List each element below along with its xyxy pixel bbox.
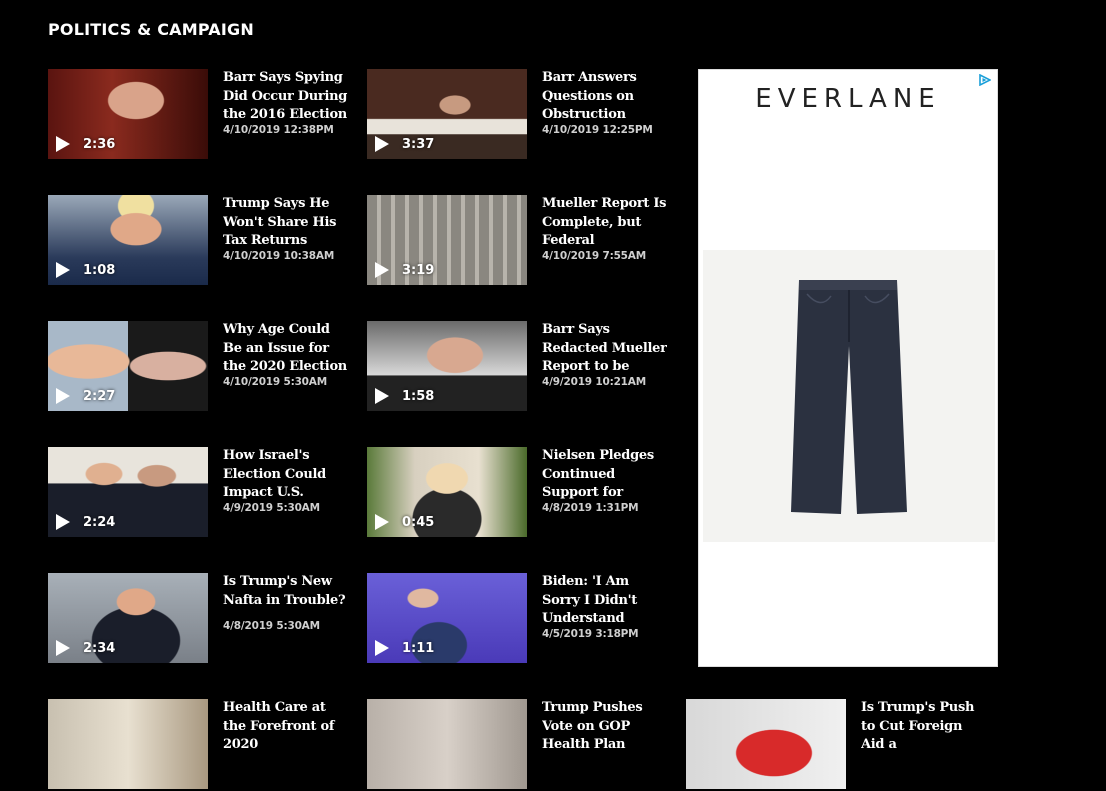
- video-timestamp: 4/10/2019 10:38AM: [223, 250, 335, 262]
- jeans-icon: [791, 280, 907, 514]
- video-duration: 1:58: [402, 389, 435, 404]
- video-duration: 1:11: [402, 641, 435, 656]
- video-timestamp: 4/10/2019 7:55AM: [542, 250, 646, 262]
- video-card[interactable]: 1:11 Biden: 'I Am Sorry I Didn't Underst…: [367, 573, 667, 665]
- play-icon: [56, 640, 70, 656]
- video-headline[interactable]: Is Trump's New Nafta in Trouble?: [223, 573, 348, 610]
- video-card[interactable]: 2:34 Is Trump's New Nafta in Trouble? 4/…: [48, 573, 348, 665]
- video-headline[interactable]: Why Age Could Be an Issue for the 2020 E…: [223, 321, 348, 377]
- video-headline[interactable]: Barr Answers Questions on Obstruction: [542, 69, 667, 125]
- video-card[interactable]: 2:24 How Israel's Election Could Impact …: [48, 447, 348, 539]
- play-icon: [56, 388, 70, 404]
- video-headline[interactable]: Biden: 'I Am Sorry I Didn't Understand M…: [542, 573, 667, 629]
- video-headline[interactable]: Barr Says Spying Did Occur During the 20…: [223, 69, 348, 125]
- video-timestamp: 4/9/2019 10:21AM: [542, 376, 646, 388]
- video-duration: 3:19: [402, 263, 435, 278]
- video-card[interactable]: Is Trump's Push to Cut Foreign Aid a: [686, 699, 986, 791]
- video-duration: 2:27: [83, 389, 116, 404]
- play-icon: [375, 640, 389, 656]
- video-headline[interactable]: Barr Says Redacted Mueller Report to be …: [542, 321, 667, 377]
- video-headline[interactable]: How Israel's Election Could Impact U.S.: [223, 447, 348, 503]
- video-thumbnail[interactable]: [367, 699, 527, 789]
- video-thumbnail[interactable]: 1:11: [367, 573, 527, 663]
- video-thumbnail[interactable]: 1:58: [367, 321, 527, 411]
- video-card[interactable]: 1:58 Barr Says Redacted Mueller Report t…: [367, 321, 667, 413]
- video-headline[interactable]: Nielsen Pledges Continued Support for Tr…: [542, 447, 667, 503]
- video-headline[interactable]: Trump Pushes Vote on GOP Health Plan: [542, 699, 667, 755]
- video-duration: 0:45: [402, 515, 435, 530]
- play-icon: [375, 136, 389, 152]
- video-duration: 1:08: [83, 263, 116, 278]
- video-card[interactable]: 2:27 Why Age Could Be an Issue for the 2…: [48, 321, 348, 413]
- play-icon: [375, 388, 389, 404]
- video-headline[interactable]: Trump Says He Won't Share His Tax Return…: [223, 195, 348, 251]
- video-headline[interactable]: Is Trump's Push to Cut Foreign Aid a: [861, 699, 986, 755]
- play-icon: [375, 262, 389, 278]
- advertisement[interactable]: EVERLANE: [698, 69, 998, 667]
- video-thumbnail[interactable]: 1:08: [48, 195, 208, 285]
- play-icon: [56, 136, 70, 152]
- video-timestamp: 4/10/2019 5:30AM: [223, 376, 327, 388]
- video-thumbnail[interactable]: 2:24: [48, 447, 208, 537]
- video-thumbnail[interactable]: [686, 699, 846, 789]
- video-duration: 2:34: [83, 641, 116, 656]
- video-thumbnail[interactable]: 2:27: [48, 321, 208, 411]
- play-icon: [375, 514, 389, 530]
- video-timestamp: 4/8/2019 1:31PM: [542, 502, 639, 514]
- video-card[interactable]: 3:37 Barr Answers Questions on Obstructi…: [367, 69, 667, 161]
- video-thumbnail[interactable]: [48, 699, 208, 789]
- play-icon: [56, 514, 70, 530]
- video-duration: 2:36: [83, 137, 116, 152]
- video-timestamp: 4/10/2019 12:38PM: [223, 124, 334, 136]
- play-icon: [56, 262, 70, 278]
- video-card[interactable]: 3:19 Mueller Report Is Complete, but Fed…: [367, 195, 667, 287]
- video-thumbnail[interactable]: 3:37: [367, 69, 527, 159]
- video-headline[interactable]: Health Care at the Forefront of 2020: [223, 699, 348, 755]
- video-timestamp: 4/8/2019 5:30AM: [223, 620, 320, 632]
- video-duration: 3:37: [402, 137, 435, 152]
- video-timestamp: 4/10/2019 12:25PM: [542, 124, 653, 136]
- video-card[interactable]: Health Care at the Forefront of 2020: [48, 699, 348, 791]
- video-card[interactable]: 0:45 Nielsen Pledges Continued Support f…: [367, 447, 667, 539]
- section-title: POLITICS & CAMPAIGN: [48, 20, 254, 39]
- video-card[interactable]: Trump Pushes Vote on GOP Health Plan: [367, 699, 667, 791]
- adchoices-icon[interactable]: [979, 74, 991, 86]
- video-card[interactable]: 2:36 Barr Says Spying Did Occur During t…: [48, 69, 348, 161]
- video-timestamp: 4/5/2019 3:18PM: [542, 628, 639, 640]
- ad-brand-logo[interactable]: EVERLANE: [699, 84, 997, 114]
- video-timestamp: 4/9/2019 5:30AM: [223, 502, 320, 514]
- video-headline[interactable]: Mueller Report Is Complete, but Federal: [542, 195, 667, 251]
- ad-product-image[interactable]: [703, 250, 995, 542]
- video-thumbnail[interactable]: 0:45: [367, 447, 527, 537]
- video-thumbnail[interactable]: 2:34: [48, 573, 208, 663]
- video-card[interactable]: 1:08 Trump Says He Won't Share His Tax R…: [48, 195, 348, 287]
- video-thumbnail[interactable]: 3:19: [367, 195, 527, 285]
- video-duration: 2:24: [83, 515, 116, 530]
- video-thumbnail[interactable]: 2:36: [48, 69, 208, 159]
